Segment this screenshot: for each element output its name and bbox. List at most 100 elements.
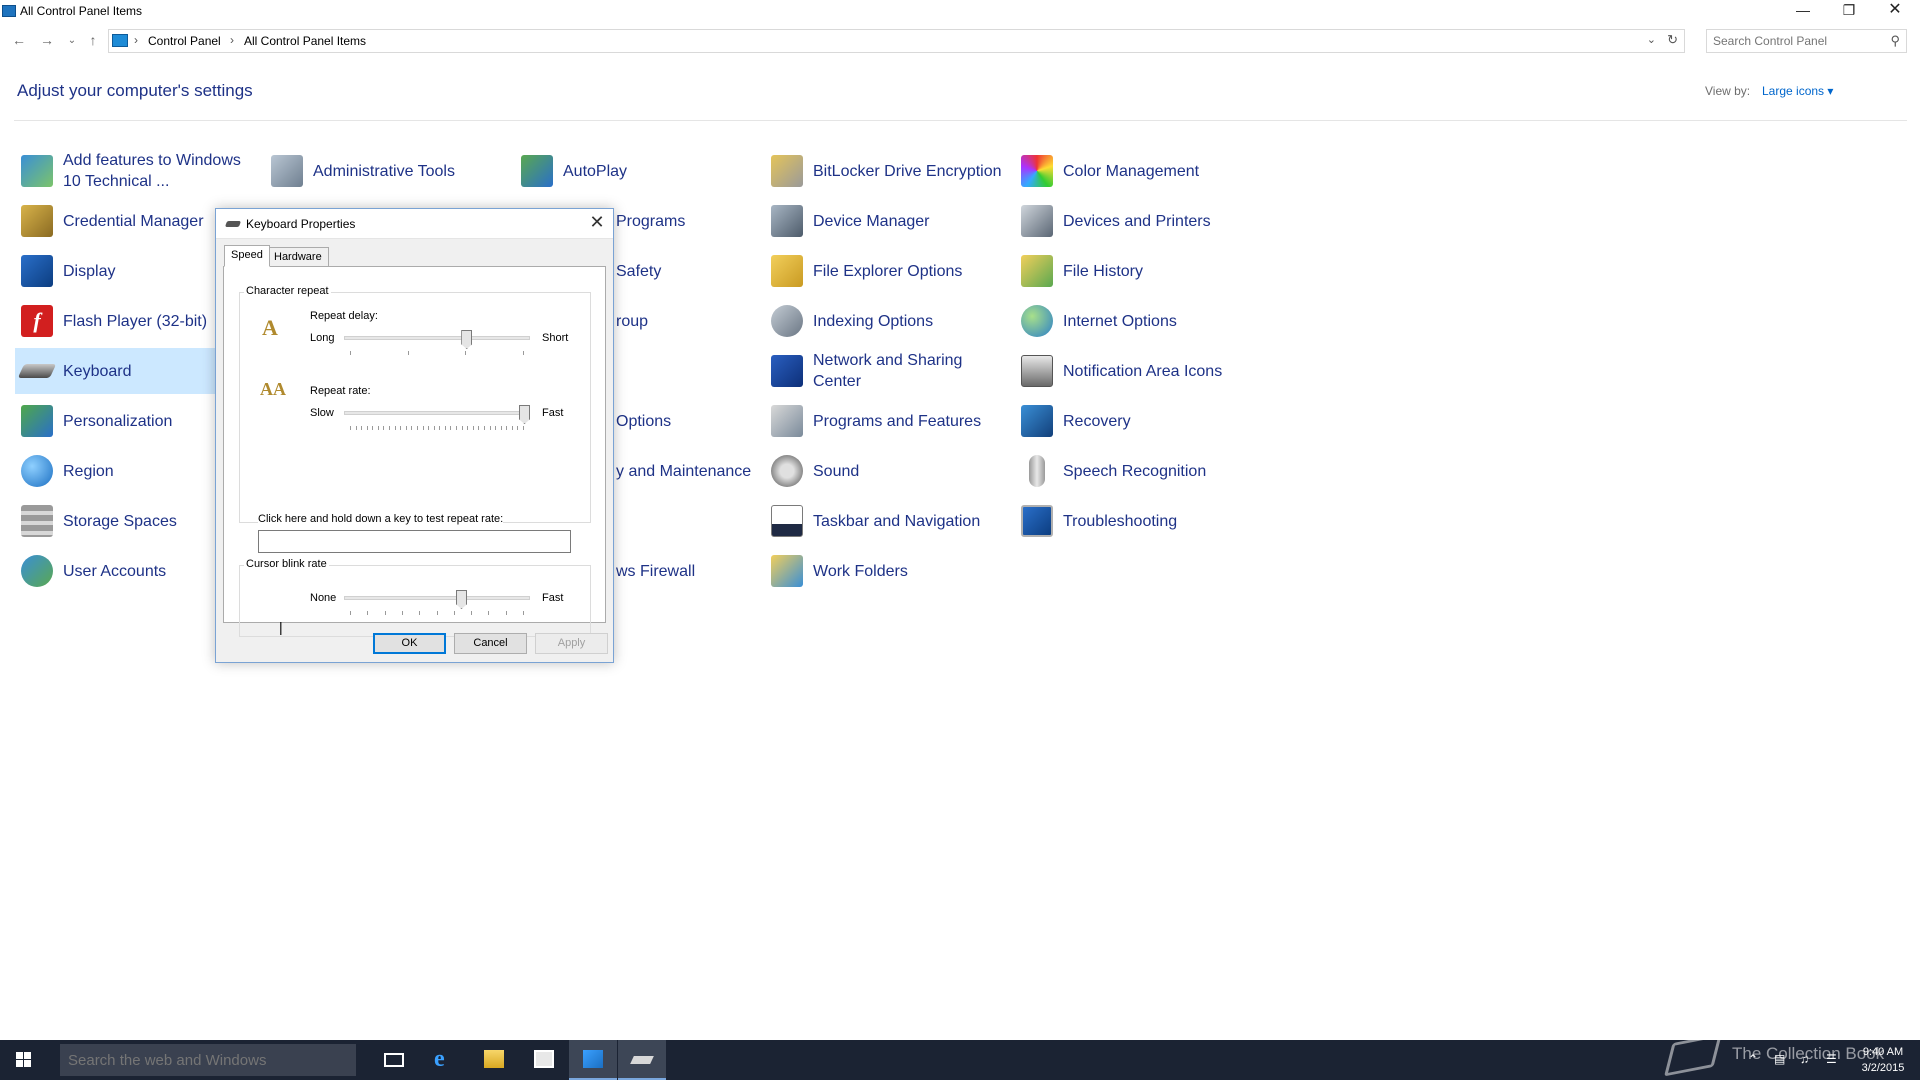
view-by-dropdown[interactable]: Large icons ▾ [1762, 84, 1833, 98]
repeat-rate-max-label: Fast [542, 407, 564, 419]
item-label: Administrative Tools [313, 163, 455, 180]
slider-tick [355, 426, 357, 430]
item-work-folders[interactable]: Work Folders [765, 548, 1005, 594]
up-icon[interactable]: ↑ [84, 32, 102, 48]
taskbar-search[interactable] [60, 1044, 356, 1076]
item-network-sharing[interactable]: Network and Sharing Center [765, 348, 1005, 394]
taskbar-navigation-icon [771, 505, 803, 537]
item-file-explorer-options[interactable]: File Explorer Options [765, 248, 1005, 294]
user-accounts-icon [21, 555, 53, 587]
taskbar-search-input[interactable] [60, 1044, 356, 1076]
file-explorer-button[interactable] [470, 1040, 518, 1080]
personalization-icon [21, 405, 53, 437]
item-label: Programs [616, 213, 686, 230]
cancel-button[interactable]: Cancel [454, 633, 527, 654]
item-troubleshooting[interactable]: Troubleshooting [1015, 498, 1255, 544]
item-label: Speech Recognition [1063, 463, 1207, 480]
folder-icon [484, 1050, 504, 1068]
dialog-title-bar: Keyboard Properties ✕ [216, 209, 613, 239]
search-box[interactable]: ⚲ [1706, 29, 1907, 53]
apply-button[interactable]: Apply [535, 633, 608, 654]
breadcrumb-all-items[interactable]: All Control Panel Items [244, 34, 366, 48]
internet-explorer-icon: e [434, 1046, 445, 1072]
repeat-rate-label: Repeat rate: [310, 385, 371, 397]
slider-tick [377, 426, 379, 430]
item-label: Recovery [1063, 413, 1131, 430]
slider-tick [511, 426, 513, 430]
item-sound[interactable]: Sound [765, 448, 1005, 494]
network-sharing-icon [771, 355, 803, 387]
test-repeat-label: Click here and hold down a key to test r… [258, 513, 504, 525]
slider-tick [411, 426, 413, 430]
item-label: ws Firewall [616, 563, 696, 580]
item-file-history[interactable]: File History [1015, 248, 1255, 294]
item-recovery[interactable]: Recovery [1015, 398, 1255, 444]
item-add-features[interactable]: Add features to Windows 10 Technical ... [15, 148, 255, 194]
item-taskbar-navigation[interactable]: Taskbar and Navigation [765, 498, 1005, 544]
troubleshooting-icon [1021, 505, 1053, 537]
item-label: Network and Sharing Center [813, 352, 963, 390]
bitlocker-icon [771, 155, 803, 187]
task-view-button[interactable] [370, 1040, 418, 1080]
start-button[interactable] [0, 1040, 48, 1080]
item-autoplay[interactable]: AutoPlay [515, 148, 755, 194]
item-notification-area-icons[interactable]: Notification Area Icons [1015, 348, 1255, 394]
keyboard-icon [17, 364, 57, 378]
cursor-blink-track [344, 596, 530, 600]
slider-tick [488, 611, 490, 615]
slider-tick [517, 426, 519, 430]
item-label: Device Manager [813, 213, 930, 230]
item-label: Programs and Features [813, 413, 982, 430]
dialog-close-icon[interactable]: ✕ [587, 212, 607, 233]
control-panel-taskbar-button[interactable] [569, 1040, 617, 1080]
repeat-delay-max-label: Short [542, 332, 569, 344]
address-box[interactable]: › Control Panel › All Control Panel Item… [108, 29, 1685, 53]
slider-tick [416, 426, 418, 430]
slider-tick [495, 426, 497, 430]
test-repeat-field[interactable] [258, 530, 571, 553]
back-icon[interactable]: ← [10, 32, 28, 48]
search-icon[interactable]: ⚲ [1890, 33, 1900, 49]
close-button[interactable]: ✕ [1872, 0, 1918, 22]
recent-locations-icon[interactable]: ⌄ [63, 35, 81, 46]
chevron-down-icon[interactable]: ⌄ [1647, 33, 1656, 46]
slider-tick [450, 426, 452, 430]
breadcrumb-control-panel[interactable]: Control Panel [148, 34, 221, 48]
item-internet-options[interactable]: Internet Options [1015, 298, 1255, 344]
slider-tick [384, 611, 386, 615]
item-administrative-tools[interactable]: Administrative Tools [265, 148, 505, 194]
control-panel-icon [583, 1050, 603, 1068]
view-by-label: View by: [1705, 84, 1751, 98]
refresh-icon[interactable]: ↻ [1667, 32, 1678, 48]
keyboard-taskbar-button[interactable] [618, 1040, 666, 1080]
restore-button[interactable]: ❐ [1826, 0, 1872, 22]
item-color-management[interactable]: Color Management [1015, 148, 1255, 194]
item-label: Color Management [1063, 163, 1200, 180]
tab-speed[interactable]: Speed [224, 245, 270, 267]
item-bitlocker[interactable]: BitLocker Drive Encryption [765, 148, 1005, 194]
slider-tick [401, 611, 403, 615]
keyboard-icon [224, 221, 242, 227]
test-repeat-input[interactable] [259, 531, 570, 552]
slider-tick [500, 426, 502, 430]
repeat-delay-ticks [350, 351, 524, 355]
item-devices-printers[interactable]: Devices and Printers [1015, 198, 1255, 244]
chevron-right-icon: › [134, 33, 138, 47]
ok-button[interactable]: OK [373, 633, 446, 654]
repeat-rate-ticks [350, 426, 524, 430]
autoplay-icon [521, 155, 553, 187]
tab-hardware[interactable]: Hardware [267, 247, 329, 267]
item-programs-features[interactable]: Programs and Features [765, 398, 1005, 444]
add-features-icon [21, 155, 53, 187]
internet-explorer-button[interactable]: e [420, 1040, 468, 1080]
store-button[interactable] [520, 1040, 568, 1080]
item-device-manager[interactable]: Device Manager [765, 198, 1005, 244]
indexing-options-icon [771, 305, 803, 337]
forward-icon[interactable]: → [38, 32, 56, 48]
item-speech-recognition[interactable]: Speech Recognition [1015, 448, 1255, 494]
search-input[interactable] [1707, 30, 1877, 52]
item-indexing-options[interactable]: Indexing Options [765, 298, 1005, 344]
speed-tab-panel: Character repeat A Repeat delay: Long Sh… [223, 266, 606, 637]
minimize-button[interactable]: — [1780, 0, 1826, 22]
file-history-icon [1021, 255, 1053, 287]
